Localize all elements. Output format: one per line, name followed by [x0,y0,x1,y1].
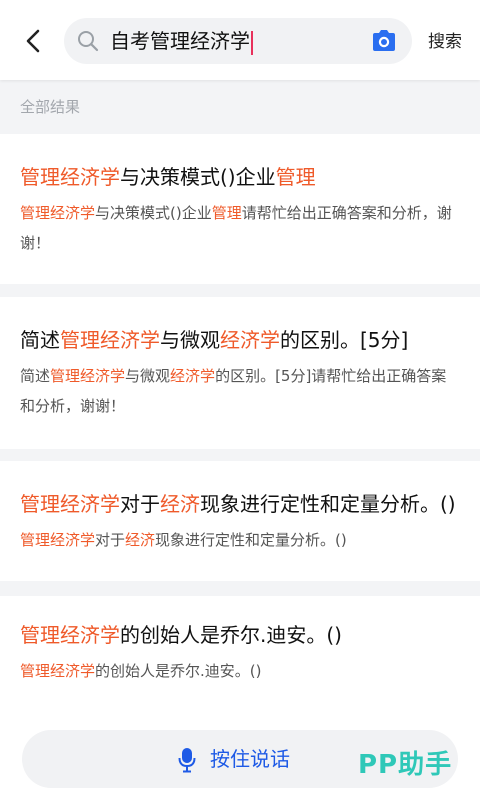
highlight-keyword: 管理经济学 [20,492,120,516]
text-segment: 与微观 [160,328,220,352]
text-segment: 简述 [20,328,60,352]
result-snippet: 管理经济学的创始人是乔尔.迪安。() [20,656,460,686]
result-title: 简述管理经济学与微观经济学的区别。[5分] [20,325,460,355]
text-segment: 对于 [120,492,160,516]
highlight-keyword: 管理 [211,204,242,222]
result-title: 管理经济学的创始人是乔尔.迪安。() [20,620,460,650]
microphone-icon [178,748,196,773]
highlight-keyword: 管理经济学 [50,367,126,385]
highlight-keyword: 经济 [160,492,200,516]
highlight-keyword: 经济学 [220,328,280,352]
search-value: 自考管理经济学 [110,29,250,53]
text-segment: 现象进行定性和定量分析。() [155,531,347,549]
search-icon [78,31,99,52]
section-title: 全部结果 [20,98,81,116]
search-input[interactable]: 自考管理经济学 [64,18,412,64]
highlight-keyword: 经济学 [170,367,216,385]
result-card-2[interactable]: 简述管理经济学与微观经济学的区别。[5分] 简述管理经济学与微观经济学的区别。[… [0,297,480,449]
result-card-3[interactable]: 管理经济学对于经济现象进行定性和定量分析。() 管理经济学对于经济现象进行定性和… [0,461,480,581]
watermark-logo: PP助手 [358,750,453,780]
text-segment: 与决策模式()企业 [95,204,212,222]
result-card-4[interactable]: 管理经济学的创始人是乔尔.迪安。() 管理经济学的创始人是乔尔.迪安。() [0,596,480,716]
back-button[interactable] [18,26,48,56]
result-title: 管理经济学对于经济现象进行定性和定量分析。() [20,489,460,519]
highlight-keyword: 管理经济学 [20,623,120,647]
search-button[interactable]: 搜索 [428,28,468,56]
top-bar: 自考管理经济学 搜索 [0,0,480,80]
highlight-keyword: 管理经济学 [20,662,96,680]
text-segment: 与决策模式()企业 [120,165,276,189]
result-snippet: 管理经济学与决策模式()企业管理请帮忙给出正确答案和分析，谢谢！ [20,198,460,258]
text-segment: 与微观 [125,367,171,385]
search-query-text[interactable]: 自考管理经济学 [110,26,253,56]
result-snippet: 简述管理经济学与微观经济学的区别。[5分]请帮忙给出正确答案和分析，谢谢！ [20,361,460,421]
back-arrow-icon [26,29,40,53]
text-caret [251,30,253,55]
highlight-keyword: 管理经济学 [60,328,160,352]
camera-icon[interactable] [370,28,398,54]
text-segment: 现象进行定性和定量分析。() [200,492,456,516]
result-card-1[interactable]: 管理经济学与决策模式()企业管理 管理经济学与决策模式()企业管理请帮忙给出正确… [0,134,480,284]
text-segment: 的创始人是乔尔.迪安。() [120,623,342,647]
text-segment: 简述 [20,367,51,385]
highlight-keyword: 管理经济学 [20,204,96,222]
text-segment: 的创始人是乔尔.迪安。() [95,662,262,680]
highlight-keyword: 管理 [275,165,316,189]
highlight-keyword: 管理经济学 [20,165,120,189]
text-segment: 对于 [95,531,126,549]
result-title: 管理经济学与决策模式()企业管理 [20,162,460,192]
highlight-keyword: 管理经济学 [20,531,96,549]
highlight-keyword: 经济 [125,531,156,549]
text-segment: 的区别。[5分] [280,328,409,352]
result-snippet: 管理经济学对于经济现象进行定性和定量分析。() [20,525,460,555]
voice-label: 按住说话 [210,747,290,771]
